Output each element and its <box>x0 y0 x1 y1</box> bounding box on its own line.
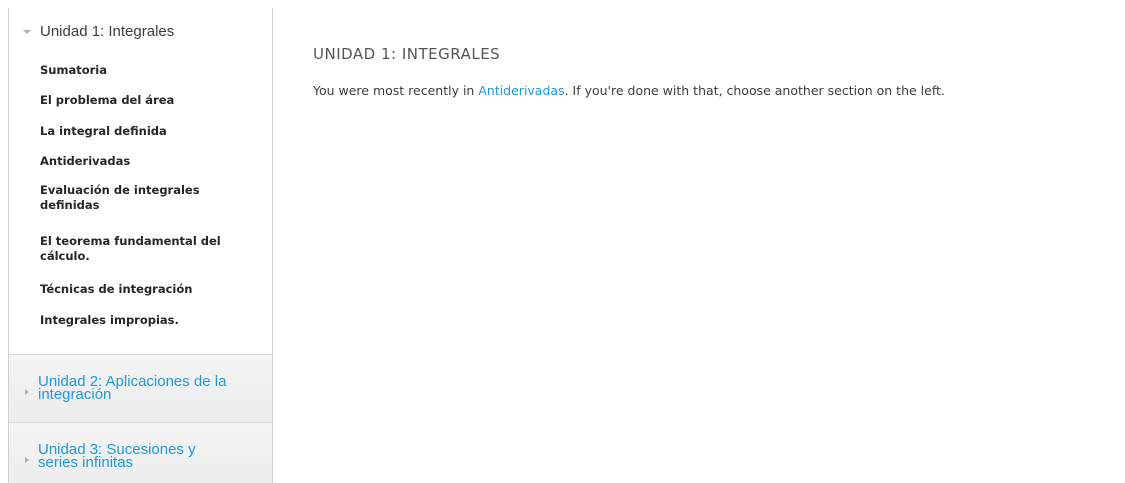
section-item-sumatoria[interactable]: Sumatoria <box>40 63 107 78</box>
chapter-title: Unidad 3: Sucesiones y series infinitas <box>38 441 196 471</box>
page-title: UNIDAD 1: INTEGRALES <box>313 45 501 63</box>
triangle-down-icon <box>23 30 31 34</box>
chapter-unidad-3[interactable]: Unidad 3: Sucesiones y series infinitas <box>9 422 272 483</box>
section-item-antiderivadas[interactable]: Antiderivadas <box>40 154 130 169</box>
chapter-title: Unidad 2: Aplicaciones de la integración <box>38 373 227 403</box>
section-item-evaluacion-integrales[interactable]: Evaluación de integrales definidas <box>40 183 230 213</box>
section-item-problema-area[interactable]: El problema del área <box>40 93 174 108</box>
main-content: UNIDAD 1: INTEGRALES You were most recen… <box>313 45 1103 98</box>
section-item-integrales-impropias[interactable]: Integrales impropias. <box>40 313 179 328</box>
chapter-unidad-1: Unidad 1: Integrales Sumatoria El proble… <box>9 8 272 354</box>
course-navigation-sidebar: Unidad 1: Integrales Sumatoria El proble… <box>8 8 273 483</box>
recent-section-link[interactable]: Antiderivadas <box>478 83 564 98</box>
recent-section-message: You were most recently in Antiderivadas.… <box>313 83 1103 98</box>
section-item-teorema-fundamental[interactable]: El teorema fundamental del cálculo. <box>40 234 240 264</box>
section-item-tecnicas-integracion[interactable]: Técnicas de integración <box>40 282 192 297</box>
triangle-right-icon <box>25 457 29 463</box>
triangle-right-icon <box>25 389 29 395</box>
chapter-header-unidad-2[interactable]: Unidad 2: Aplicaciones de la integración <box>25 373 238 403</box>
courseware-page: Unidad 1: Integrales Sumatoria El proble… <box>0 0 1125 483</box>
chapter-unidad-2[interactable]: Unidad 2: Aplicaciones de la integración <box>9 354 272 422</box>
section-item-integral-definida[interactable]: La integral definida <box>40 124 167 139</box>
chapter-header-unidad-1[interactable]: Unidad 1: Integrales <box>23 23 174 40</box>
message-suffix: . If you're done with that, choose anoth… <box>564 83 945 98</box>
chapter-title: Unidad 1: Integrales <box>40 23 175 40</box>
chapter-header-unidad-3[interactable]: Unidad 3: Sucesiones y series infinitas <box>25 441 238 471</box>
message-prefix: You were most recently in <box>313 83 479 98</box>
